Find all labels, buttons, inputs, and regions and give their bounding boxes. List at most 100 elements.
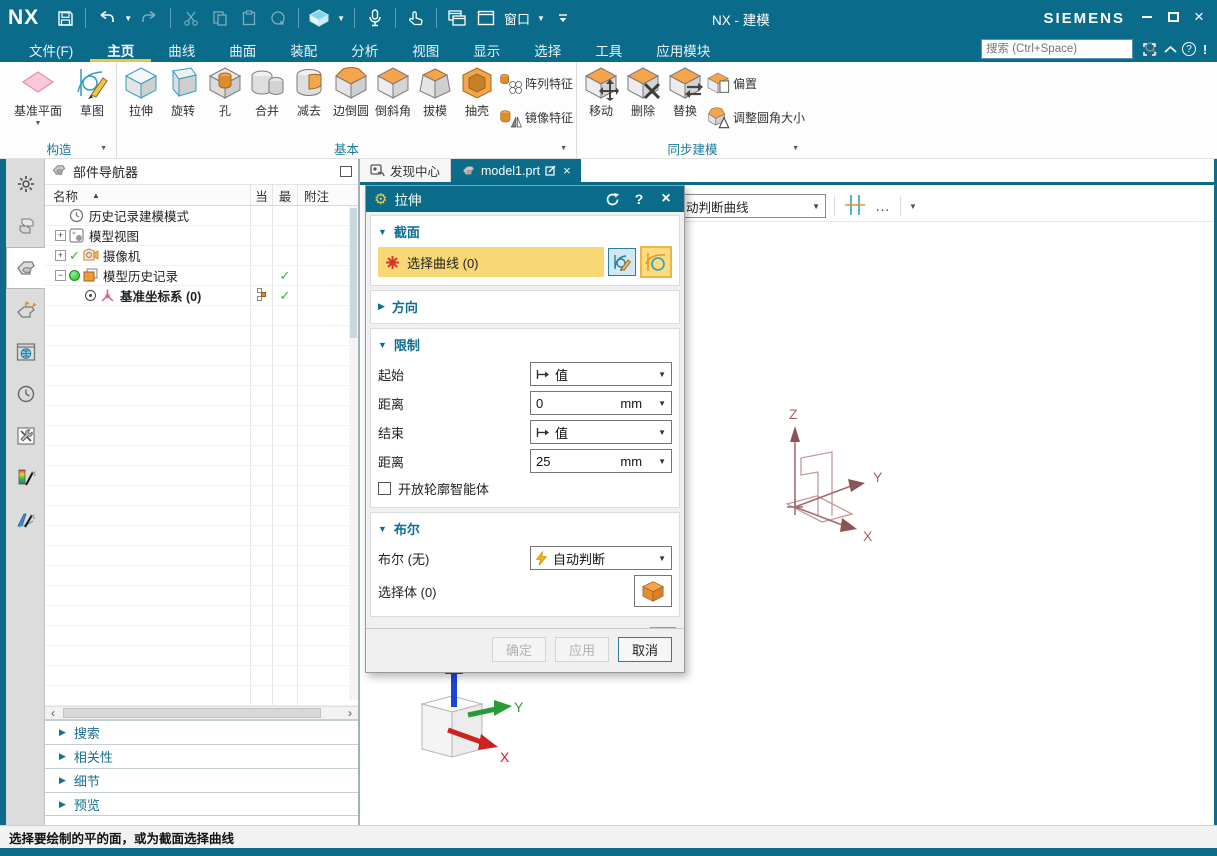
dialog-help-icon[interactable]: ? (629, 191, 649, 207)
curve-section-button[interactable] (640, 246, 672, 278)
move-face-button[interactable]: 移动 (580, 62, 622, 119)
group-dropdown-icon[interactable]: ▼ (560, 145, 567, 152)
tab-model1[interactable]: model1.prt × (451, 159, 581, 182)
window-menu-dropdown-icon[interactable]: ▼ (537, 14, 545, 23)
start-type-dropdown[interactable]: 值 ▼ (530, 362, 672, 386)
scrollbar-thumb[interactable] (63, 708, 321, 718)
snap-point-icon[interactable] (843, 193, 867, 220)
tree-expander-icon[interactable]: − (55, 270, 66, 281)
tools-icon[interactable] (6, 415, 45, 457)
fullscreen-icon[interactable] (1139, 40, 1159, 58)
tree-row-模型视图[interactable]: +模型视图 (45, 226, 358, 246)
tab-file[interactable]: 文件(F) (12, 36, 90, 62)
sketch-section-button[interactable] (608, 248, 636, 276)
tab-分析[interactable]: 分析 (334, 36, 395, 62)
navigator-section-相关性[interactable]: ▶相关性 (45, 744, 358, 768)
touch-mode-icon[interactable] (405, 7, 427, 29)
pattern-feature-button[interactable]: 阵列特征 (498, 70, 573, 96)
ok-button[interactable]: 确定 (492, 637, 546, 662)
unit-label[interactable]: mm (620, 396, 642, 411)
end-type-dropdown[interactable]: 值 ▼ (530, 420, 672, 444)
mirror-feature-button[interactable]: 镜像特征 (498, 104, 573, 130)
dialog-options-gear-icon[interactable]: ⚙ (374, 190, 387, 208)
transform-icon[interactable] (267, 7, 289, 29)
close-tab-icon[interactable]: × (563, 163, 571, 178)
selection-filter-dropdown[interactable]: 动判断曲线 ▼ (680, 194, 826, 218)
microphone-icon[interactable] (364, 7, 386, 29)
tree-row-历史记录建模模式[interactable]: 历史记录建模模式 (45, 206, 358, 226)
web-browser-icon[interactable] (6, 331, 45, 373)
select-body-button[interactable] (634, 575, 672, 607)
revolve-button[interactable]: 旋转 (162, 62, 204, 119)
navigator-vertical-scrollbar[interactable] (349, 206, 358, 700)
close-button[interactable]: × (1187, 7, 1211, 27)
tab-视图[interactable]: 视图 (395, 36, 456, 62)
tab-装配[interactable]: 装配 (273, 36, 334, 62)
tab-discovery-center[interactable]: 发现中心 (360, 159, 451, 182)
paste-icon[interactable] (238, 7, 260, 29)
tab-显示[interactable]: 显示 (456, 36, 517, 62)
customize-quick-access-icon[interactable] (552, 7, 574, 29)
history-icon[interactable] (6, 373, 45, 415)
apply-button[interactable]: 应用 (555, 637, 609, 662)
navigator-column-headers[interactable]: 名称 ▲ 当 最 附注 (45, 185, 358, 206)
tab-曲面[interactable]: 曲面 (212, 36, 273, 62)
tree-expander-icon[interactable]: + (55, 230, 66, 241)
shell-button[interactable]: 抽壳 (456, 62, 498, 119)
limits-title-row[interactable]: ▼限制 (378, 331, 672, 357)
group-dropdown-icon[interactable]: ▼ (100, 145, 107, 152)
window-menu-label[interactable]: 窗口 (504, 9, 530, 28)
column-current[interactable]: 当 (250, 185, 272, 205)
chamfer-button[interactable]: 倒斜角 (372, 62, 414, 119)
datum-plane-button[interactable]: 基准平面▼ (5, 62, 71, 127)
open-profile-checkbox[interactable] (378, 482, 391, 495)
start-distance-field[interactable]: 0 mm ▼ (530, 391, 672, 415)
end-distance-field[interactable]: 25 mm ▼ (530, 449, 672, 473)
constraint-navigator-icon[interactable] (6, 289, 45, 331)
tab-工具[interactable]: 工具 (578, 36, 639, 62)
maximize-button[interactable] (1161, 7, 1185, 27)
dialog-header[interactable]: ⚙ 拉伸 ? × (366, 186, 684, 212)
scroll-right-icon[interactable]: › (342, 707, 358, 719)
unite-button[interactable]: 合并 (246, 62, 288, 119)
tree-row-基准坐标系 (0)[interactable]: 基准坐标系 (0)✓ (45, 286, 358, 306)
draft-button[interactable]: 拔模 (414, 62, 456, 119)
undock-panel-icon[interactable] (340, 166, 352, 177)
roles-settings-icon[interactable] (6, 163, 45, 205)
subtract-button[interactable]: 减去 (288, 62, 330, 119)
undo-icon[interactable] (95, 7, 117, 29)
visualization-wand-icon[interactable] (6, 499, 45, 541)
toolbar-options-dropdown-icon[interactable]: ▼ (909, 202, 917, 211)
unit-label[interactable]: mm (620, 454, 642, 469)
column-latest[interactable]: 最 (272, 185, 297, 205)
cancel-button[interactable]: 取消 (618, 637, 672, 662)
navigator-section-预览[interactable]: ▶预览 (45, 792, 358, 816)
reset-icon[interactable] (602, 192, 622, 207)
group-dropdown-icon[interactable]: ▼ (792, 145, 799, 152)
column-name[interactable]: 名称 (53, 186, 78, 205)
column-note[interactable]: 附注 (297, 185, 348, 205)
resize-blend-button[interactable]: 调整圆角大小 (706, 104, 805, 130)
tab-应用模块[interactable]: 应用模块 (639, 36, 727, 62)
hole-button[interactable]: 孔 (204, 62, 246, 119)
section-title-row[interactable]: ▼截面 (378, 218, 672, 244)
window-icon[interactable] (475, 7, 497, 29)
part-navigator-icon[interactable] (6, 247, 45, 289)
alert-icon[interactable]: ! (1195, 40, 1215, 58)
boolean-title-row[interactable]: ▼布尔 (378, 515, 672, 541)
select-curve-field[interactable]: 选择曲线 (0) (378, 247, 604, 277)
tab-选择[interactable]: 选择 (517, 36, 578, 62)
cascade-windows-icon[interactable] (446, 7, 468, 29)
sort-ascending-icon[interactable]: ▲ (92, 191, 100, 200)
sketch-button[interactable]: 草图 (71, 62, 113, 119)
search-input[interactable] (982, 43, 1144, 55)
redo-icon[interactable] (139, 7, 161, 29)
view-cube-icon[interactable] (308, 7, 330, 29)
tree-row-摄像机[interactable]: +✓摄像机 (45, 246, 358, 266)
direction-title-row[interactable]: ▶方向 (378, 293, 672, 319)
cut-icon[interactable] (180, 7, 202, 29)
toolbar-overflow-icon[interactable]: … (875, 198, 892, 215)
navigator-section-细节[interactable]: ▶细节 (45, 768, 358, 792)
minimize-ribbon-icon[interactable] (1160, 40, 1180, 58)
view-cube-dropdown-icon[interactable]: ▼ (337, 14, 345, 23)
